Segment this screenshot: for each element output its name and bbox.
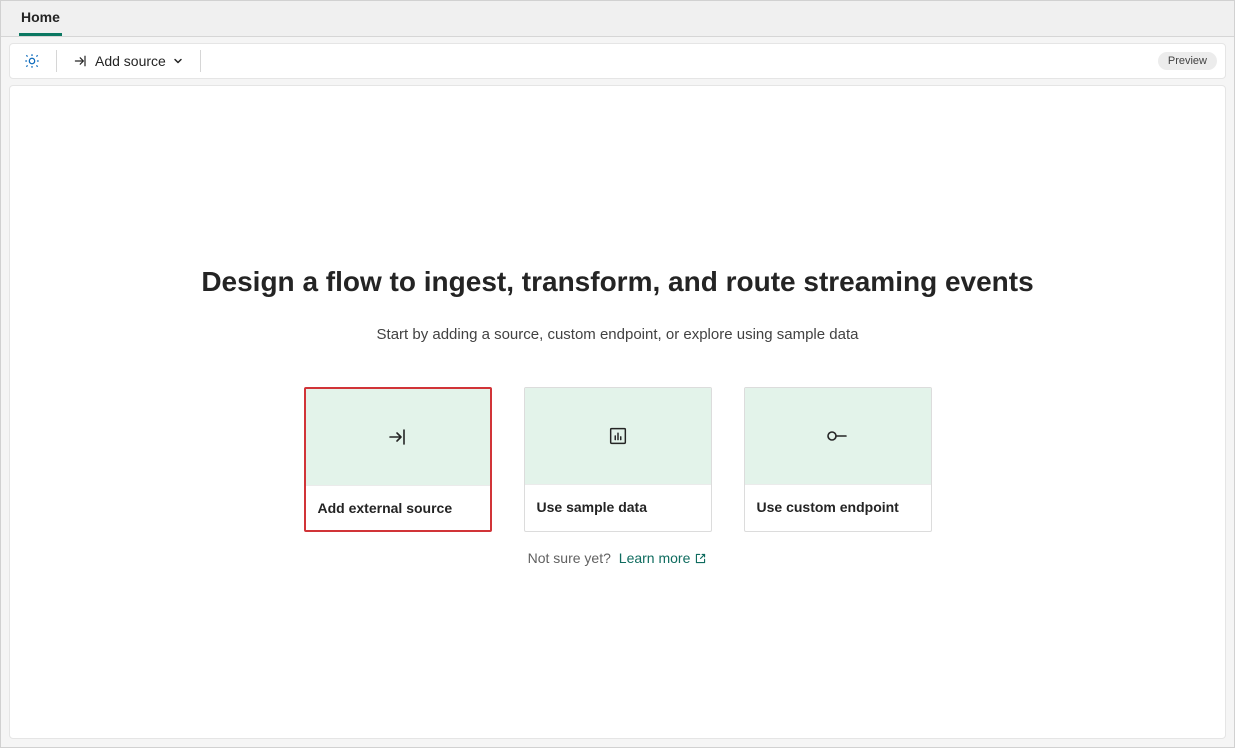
card-add-external-source[interactable]: Add external source — [304, 387, 492, 532]
bar-chart-icon — [607, 425, 629, 447]
card-label: Use sample data — [525, 484, 711, 529]
card-label: Use custom endpoint — [745, 484, 931, 529]
empty-state: Design a flow to ingest, transform, and … — [118, 266, 1118, 566]
add-source-button[interactable]: Add source — [67, 49, 190, 73]
learn-more-link[interactable]: Learn more — [619, 550, 708, 566]
card-row: Add external source — [118, 387, 1118, 532]
tab-strip: Home — [1, 1, 1234, 37]
learn-more-row: Not sure yet? Learn more — [118, 550, 1118, 566]
chevron-down-icon — [172, 55, 184, 67]
card-use-custom-endpoint[interactable]: Use custom endpoint — [744, 387, 932, 532]
arrow-into-icon — [73, 53, 89, 69]
page-title: Design a flow to ingest, transform, and … — [118, 266, 1118, 298]
card-use-sample-data[interactable]: Use sample data — [524, 387, 712, 532]
canvas: Design a flow to ingest, transform, and … — [9, 85, 1226, 739]
canvas-container: Design a flow to ingest, transform, and … — [1, 85, 1234, 747]
arrow-into-icon — [386, 425, 410, 449]
toolbar: Add source Preview — [9, 43, 1226, 79]
tab-home[interactable]: Home — [19, 1, 62, 36]
toolbar-container: Add source Preview — [1, 37, 1234, 85]
card-label: Add external source — [306, 485, 490, 530]
app-frame: Home — [0, 0, 1235, 748]
page-subtitle: Start by adding a source, custom endpoin… — [118, 326, 1118, 343]
card-icon-area — [306, 389, 490, 485]
endpoint-icon — [825, 425, 851, 447]
card-icon-area — [525, 388, 711, 484]
preview-badge: Preview — [1158, 52, 1217, 70]
gear-icon — [23, 52, 41, 70]
settings-button[interactable] — [18, 47, 46, 75]
toolbar-separator — [200, 50, 201, 72]
external-link-icon — [694, 552, 707, 565]
toolbar-separator — [56, 50, 57, 72]
learn-more-label: Learn more — [619, 550, 691, 566]
card-icon-area — [745, 388, 931, 484]
add-source-label: Add source — [95, 53, 166, 69]
not-sure-text: Not sure yet? — [528, 550, 611, 566]
